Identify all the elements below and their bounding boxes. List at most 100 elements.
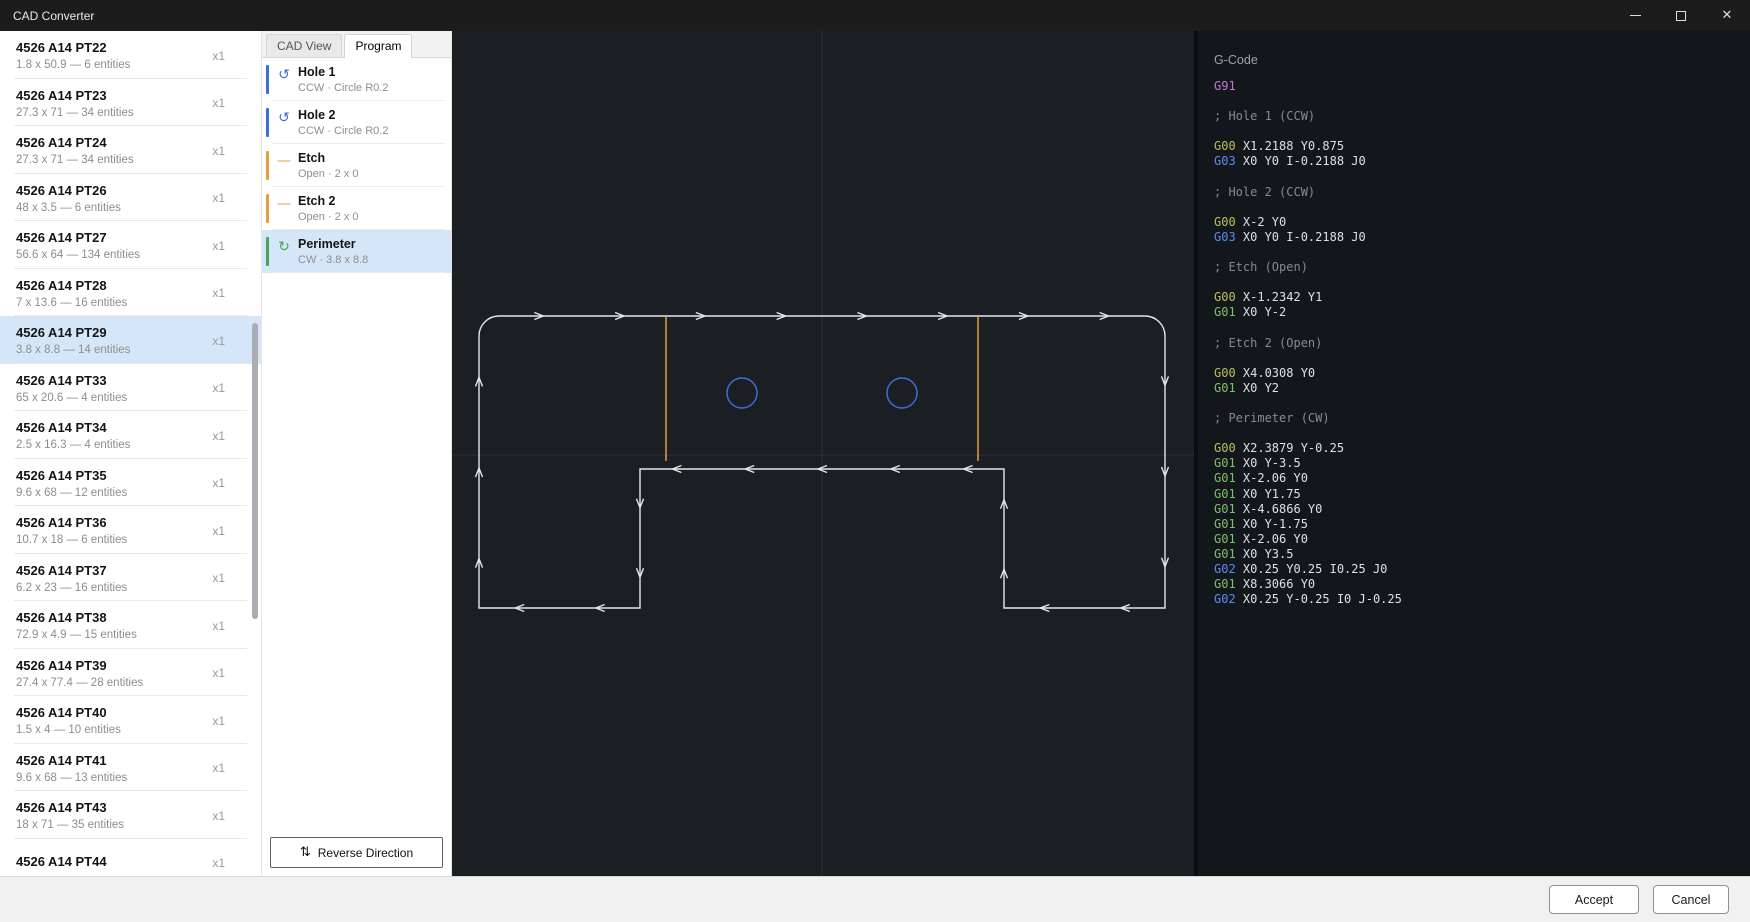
- gcode-line: [1214, 94, 1734, 109]
- part-detail: 72.9 x 4.9 — 15 entities: [16, 629, 204, 641]
- gcode-line: ; Etch (Open): [1214, 260, 1734, 275]
- part-list-item[interactable]: 4526 A14 PT28 7 x 13.6 — 16 entities x1: [0, 269, 261, 317]
- reverse-direction-icon: ⇅: [300, 845, 311, 860]
- part-name: 4526 A14 PT38: [16, 610, 204, 625]
- cad-drawing: [452, 31, 1194, 876]
- gcode-line: G01 X0 Y2: [1214, 381, 1734, 396]
- cad-canvas[interactable]: [452, 31, 1194, 876]
- part-list-item[interactable]: 4526 A14 PT39 27.4 x 77.4 — 28 entities …: [0, 649, 261, 697]
- part-list-item[interactable]: 4526 A14 PT35 9.6 x 68 — 12 entities x1: [0, 459, 261, 507]
- close-button[interactable]: ✕: [1704, 0, 1750, 31]
- maximize-button[interactable]: [1658, 0, 1704, 31]
- part-list-item[interactable]: 4526 A14 PT34 2.5 x 16.3 — 4 entities x1: [0, 411, 261, 459]
- part-count: x1: [212, 239, 225, 253]
- cw-rotation-icon: ↻: [275, 239, 293, 255]
- part-list-item[interactable]: 4526 A14 PT23 27.3 x 71 — 34 entities x1: [0, 79, 261, 127]
- part-list-item[interactable]: 4526 A14 PT36 10.7 x 18 — 6 entities x1: [0, 506, 261, 554]
- gcode-line: [1214, 245, 1734, 260]
- operation-title: Hole 2: [298, 108, 443, 122]
- cancel-button[interactable]: Cancel: [1653, 885, 1729, 914]
- operation-accent: [266, 237, 269, 266]
- window-controls: ✕: [1612, 0, 1750, 31]
- part-name: 4526 A14 PT37: [16, 563, 204, 578]
- part-detail: 65 x 20.6 — 4 entities: [16, 392, 204, 404]
- part-detail: 7 x 13.6 — 16 entities: [16, 297, 204, 309]
- gcode-line: G00 X-1.2342 Y1: [1214, 290, 1734, 305]
- gcode-line: [1214, 275, 1734, 290]
- part-count: x1: [212, 429, 225, 443]
- operation-item[interactable]: ↺ Hole 1 CCW · Circle R0.2: [262, 58, 451, 101]
- tab-cad-view[interactable]: CAD View: [266, 34, 342, 57]
- tab-program[interactable]: Program: [344, 34, 412, 58]
- operations-list: ↺ Hole 1 CCW · Circle R0.2 ↺ Hole 2 CCW …: [262, 58, 451, 829]
- part-detail: 10.7 x 18 — 6 entities: [16, 534, 204, 546]
- part-name: 4526 A14 PT24: [16, 135, 204, 150]
- close-icon: ✕: [1722, 9, 1733, 22]
- part-count: x1: [212, 809, 225, 823]
- line-icon: —: [275, 196, 293, 212]
- operation-item[interactable]: ↺ Hole 2 CCW · Circle R0.2: [262, 101, 451, 144]
- part-list-item[interactable]: 4526 A14 PT38 72.9 x 4.9 — 15 entities x…: [0, 601, 261, 649]
- part-list-item[interactable]: 4526 A14 PT24 27.3 x 71 — 34 entities x1: [0, 126, 261, 174]
- gcode-line: G00 X-2 Y0: [1214, 215, 1734, 230]
- gcode-line: G00 X1.2188 Y0.875: [1214, 139, 1734, 154]
- part-list-item[interactable]: 4526 A14 PT29 3.8 x 8.8 — 14 entities x1: [0, 316, 261, 364]
- part-detail: 2.5 x 16.3 — 4 entities: [16, 439, 204, 451]
- part-name: 4526 A14 PT43: [16, 800, 204, 815]
- part-name: 4526 A14 PT27: [16, 230, 204, 245]
- scrollbar-thumb[interactable]: [252, 323, 258, 619]
- window-title: CAD Converter: [0, 9, 94, 23]
- part-count: x1: [212, 144, 225, 158]
- gcode-line: G01 X0 Y3.5: [1214, 547, 1734, 562]
- part-name: 4526 A14 PT29: [16, 325, 204, 340]
- part-name: 4526 A14 PT23: [16, 88, 204, 103]
- gcode-line: [1214, 426, 1734, 441]
- gcode-line: G00 X2.3879 Y-0.25: [1214, 441, 1734, 456]
- operation-item[interactable]: ↻ Perimeter CW · 3.8 x 8.8: [262, 230, 451, 273]
- part-list-item[interactable]: 4526 A14 PT41 9.6 x 68 — 13 entities x1: [0, 744, 261, 792]
- part-list-item[interactable]: 4526 A14 PT44 x1: [0, 839, 261, 877]
- operation-item[interactable]: — Etch 2 Open · 2 x 0: [262, 187, 451, 230]
- part-detail: 1.5 x 4 — 10 entities: [16, 724, 204, 736]
- program-panel: CAD View Program ↺ Hole 1 CCW · Circle R…: [262, 31, 452, 876]
- gcode-line: G03 X0 Y0 I-0.2188 J0: [1214, 154, 1734, 169]
- part-count: x1: [212, 191, 225, 205]
- titlebar: CAD Converter ✕: [0, 0, 1750, 31]
- minimize-icon: [1630, 15, 1641, 16]
- part-list-item[interactable]: 4526 A14 PT27 56.6 x 64 — 134 entities x…: [0, 221, 261, 269]
- gcode-line: G01 X-2.06 Y0: [1214, 532, 1734, 547]
- operation-detail: Open · 2 x 0: [298, 211, 443, 223]
- operation-title: Perimeter: [298, 237, 443, 251]
- part-list-item[interactable]: 4526 A14 PT43 18 x 71 — 35 entities x1: [0, 791, 261, 839]
- operation-item[interactable]: — Etch Open · 2 x 0: [262, 144, 451, 187]
- gcode-line: [1214, 200, 1734, 215]
- view-tabs: CAD View Program: [262, 31, 451, 58]
- part-list-item[interactable]: 4526 A14 PT26 48 x 3.5 — 6 entities x1: [0, 174, 261, 222]
- part-name: 4526 A14 PT40: [16, 705, 204, 720]
- part-list-item[interactable]: 4526 A14 PT22 1.8 x 50.9 — 6 entities x1: [0, 31, 261, 79]
- operation-accent: [266, 151, 269, 180]
- gcode-title: G-Code: [1198, 45, 1750, 79]
- operation-detail: Open · 2 x 0: [298, 168, 443, 180]
- accept-button[interactable]: Accept: [1549, 885, 1639, 914]
- part-count: x1: [212, 381, 225, 395]
- part-list-item[interactable]: 4526 A14 PT37 6.2 x 23 — 16 entities x1: [0, 554, 261, 602]
- sidebar-scrollbar[interactable]: [252, 31, 258, 876]
- part-list-item[interactable]: 4526 A14 PT40 1.5 x 4 — 10 entities x1: [0, 696, 261, 744]
- gcode-line: [1214, 396, 1734, 411]
- part-detail: 18 x 71 — 35 entities: [16, 819, 204, 831]
- part-count: x1: [212, 476, 225, 490]
- gcode-line: G00 X4.0308 Y0: [1214, 366, 1734, 381]
- part-detail: 48 x 3.5 — 6 entities: [16, 202, 204, 214]
- part-detail: 27.4 x 77.4 — 28 entities: [16, 677, 204, 689]
- minimize-button[interactable]: [1612, 0, 1658, 31]
- operation-detail: CW · 3.8 x 8.8: [298, 254, 443, 266]
- line-icon: —: [275, 153, 293, 169]
- gcode-line: [1214, 124, 1734, 139]
- reverse-direction-button[interactable]: ⇅ Reverse Direction: [270, 837, 443, 868]
- gcode-line: ; Hole 2 (CCW): [1214, 185, 1734, 200]
- part-name: 4526 A14 PT35: [16, 468, 204, 483]
- part-list-item[interactable]: 4526 A14 PT33 65 x 20.6 — 4 entities x1: [0, 364, 261, 412]
- footer-bar: Accept Cancel: [0, 876, 1750, 922]
- part-count: x1: [212, 334, 225, 348]
